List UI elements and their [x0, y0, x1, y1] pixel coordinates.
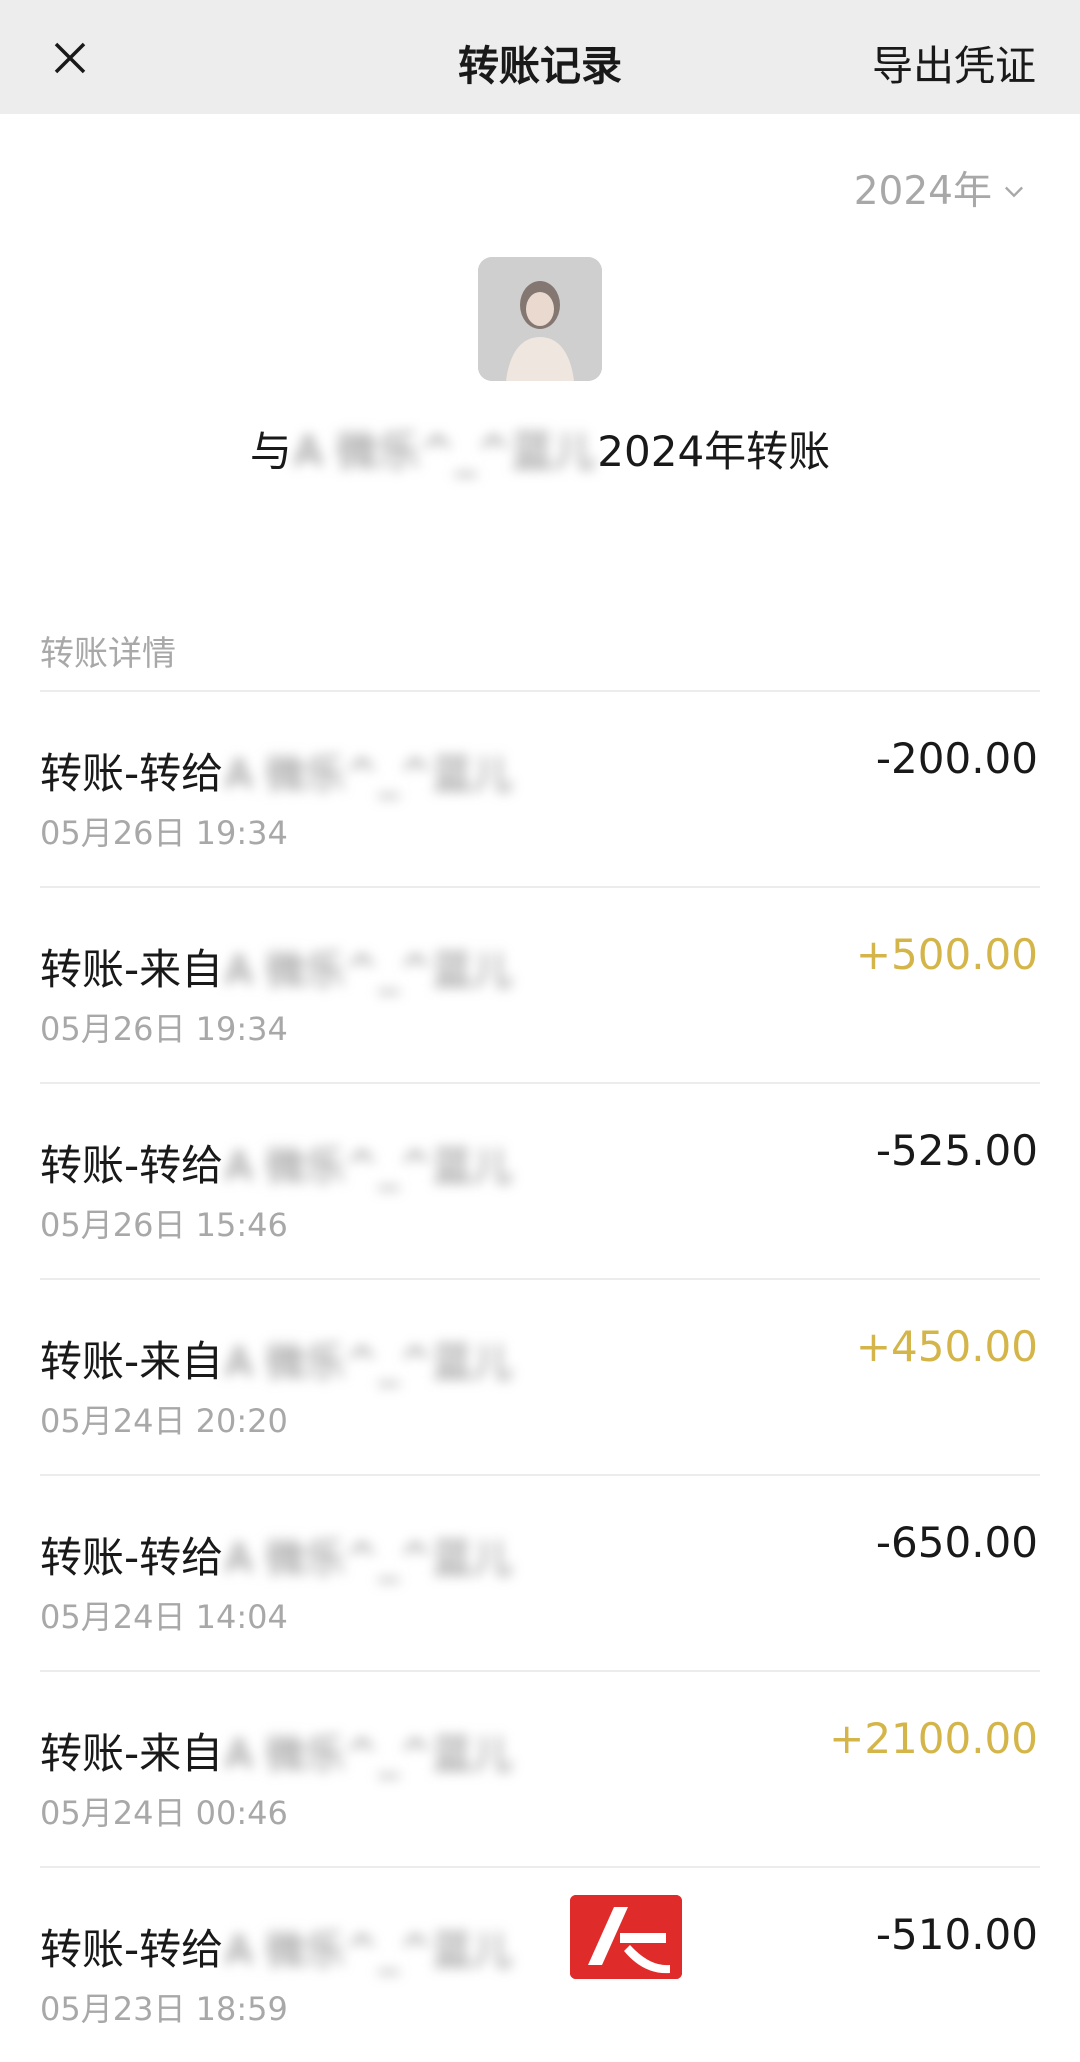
record-type: 转账-转给 [40, 1533, 224, 1582]
record-type: 转账-转给 [40, 1141, 224, 1190]
section-label: 转账详情 [40, 634, 176, 674]
record-time: 05月26日 19:34 [40, 1010, 288, 1048]
chevron-down-icon [1005, 186, 1023, 198]
list-item[interactable]: 转账-来自A 微乐^_^蓝儿 05月24日 20:20 +450.00 [40, 1278, 1040, 1474]
year-picker[interactable]: 2024年 [854, 160, 1028, 216]
record-peer-name: A 微乐^_^蓝儿 [225, 1732, 513, 1778]
avatar[interactable] [478, 257, 602, 381]
record-time: 05月26日 19:34 [40, 814, 288, 852]
record-time: 05月23日 18:59 [40, 1990, 288, 2028]
record-time: 05月24日 00:46 [40, 1794, 288, 1832]
transfer-list: 转账-转给A 微乐^_^蓝儿 05月26日 19:34 -200.00 转账-来… [40, 690, 1040, 2062]
export-voucher-button[interactable]: 导出凭证 [872, 32, 1036, 92]
record-time: 05月26日 15:46 [40, 1206, 288, 1244]
peer-name: A 微乐^_^蓝儿 [293, 427, 596, 476]
record-amount: -525.00 [875, 1126, 1038, 1175]
peer-prefix: 与 [249, 427, 292, 476]
year-value: 2024年 [853, 169, 992, 214]
record-peer-name: A 微乐^_^蓝儿 [225, 752, 513, 798]
record-amount: +450.00 [855, 1322, 1038, 1371]
record-amount: -200.00 [875, 734, 1038, 783]
watermark-logo-icon [570, 1895, 682, 1979]
record-type: 转账-来自 [40, 945, 224, 994]
record-peer-name: A 微乐^_^蓝儿 [225, 1144, 513, 1190]
record-peer-name: A 微乐^_^蓝儿 [225, 1928, 513, 1974]
record-type: 转账-来自 [40, 1337, 224, 1386]
record-type: 转账-转给 [40, 749, 224, 798]
peer-suffix: 2024年转账 [597, 427, 831, 476]
record-time: 05月24日 14:04 [40, 1598, 288, 1636]
navbar: 转账记录 导出凭证 [0, 0, 1080, 114]
record-title: 转账-转给A 微乐^_^蓝儿 [40, 740, 514, 801]
record-amount: -650.00 [875, 1518, 1038, 1567]
watermark-logo [570, 1895, 682, 1979]
peer-summary: 与A 微乐^_^蓝儿2024年转账 [0, 418, 1080, 479]
record-peer-name: A 微乐^_^蓝儿 [225, 1536, 513, 1582]
record-title: 转账-转给A 微乐^_^蓝儿 [40, 1132, 514, 1193]
list-item[interactable]: 转账-转给A 微乐^_^蓝儿 05月26日 19:34 -200.00 [40, 690, 1040, 886]
record-time: 05月24日 20:20 [40, 1402, 288, 1440]
list-item[interactable]: 转账-转给A 微乐^_^蓝儿 05月23日 18:59 -510.00 [40, 1866, 1040, 2062]
list-item[interactable]: 转账-来自A 微乐^_^蓝儿 05月26日 19:34 +500.00 [40, 886, 1040, 1082]
record-type: 转账-来自 [40, 1729, 224, 1778]
record-title: 转账-来自A 微乐^_^蓝儿 [40, 936, 514, 997]
record-title: 转账-转给A 微乐^_^蓝儿 [40, 1916, 514, 1977]
list-item[interactable]: 转账-转给A 微乐^_^蓝儿 05月24日 14:04 -650.00 [40, 1474, 1040, 1670]
record-title: 转账-来自A 微乐^_^蓝儿 [40, 1328, 514, 1389]
record-amount: +2100.00 [829, 1714, 1038, 1763]
record-type: 转账-转给 [40, 1925, 224, 1974]
list-item[interactable]: 转账-来自A 微乐^_^蓝儿 05月24日 00:46 +2100.00 [40, 1670, 1040, 1866]
record-title: 转账-转给A 微乐^_^蓝儿 [40, 1524, 514, 1585]
list-item[interactable]: 转账-转给A 微乐^_^蓝儿 05月26日 15:46 -525.00 [40, 1082, 1040, 1278]
record-amount: -510.00 [875, 1910, 1038, 1959]
record-title: 转账-来自A 微乐^_^蓝儿 [40, 1720, 514, 1781]
record-peer-name: A 微乐^_^蓝儿 [225, 1340, 513, 1386]
record-peer-name: A 微乐^_^蓝儿 [225, 948, 513, 994]
record-amount: +500.00 [855, 930, 1038, 979]
avatar-photo [478, 257, 602, 381]
